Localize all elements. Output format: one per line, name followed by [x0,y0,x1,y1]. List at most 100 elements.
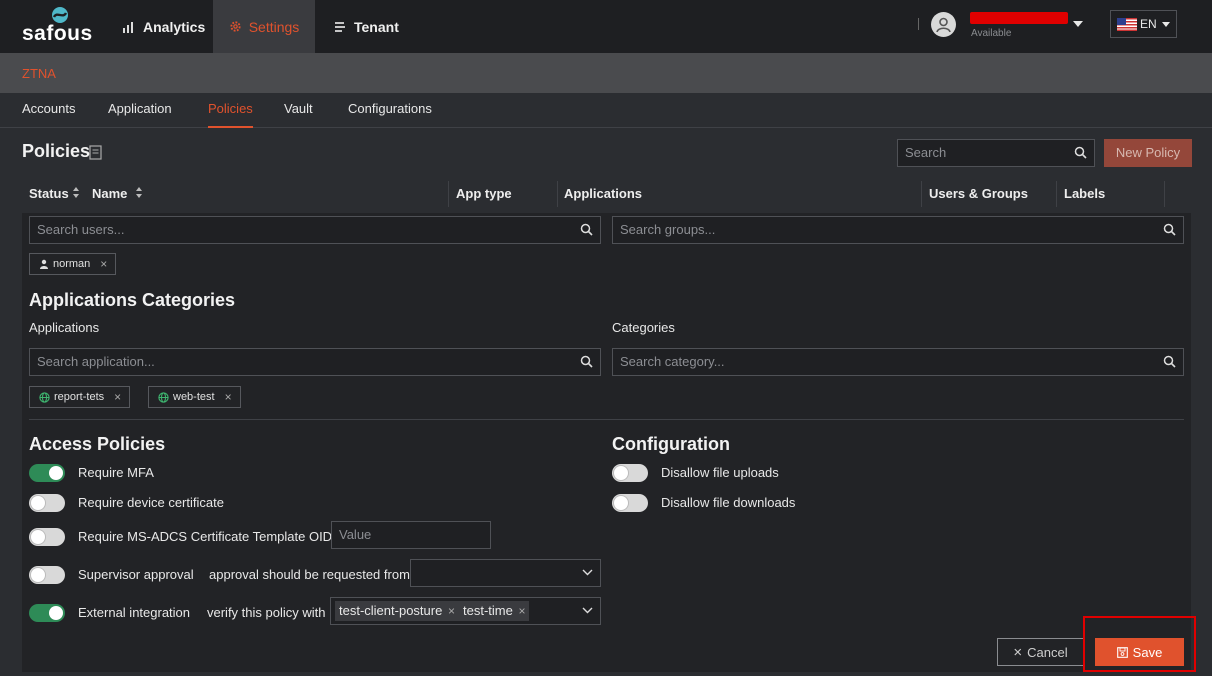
verify-policy-select[interactable]: test-client-posture × test-time × [330,597,601,625]
user-name-redacted[interactable] [970,12,1068,24]
approval-from-select[interactable] [410,559,601,587]
search-category-placeholder: Search category... [620,354,725,369]
language-selector[interactable]: EN [1110,10,1177,38]
user-chip-label: norman [53,258,91,270]
new-policy-button[interactable]: New Policy [1104,139,1192,167]
subtab-policies[interactable]: Policies [208,93,253,128]
subtab-vault[interactable]: Vault [284,93,313,128]
remove-chip-icon[interactable]: × [225,390,232,404]
column-name-label: Name [92,186,128,201]
sort-name-icon[interactable] [135,186,143,199]
verify-chip[interactable]: test-time × [459,601,530,621]
search-icon [1163,355,1176,368]
logo-text: safous [22,22,93,45]
external-integration-toggle[interactable] [29,604,65,622]
globe-icon [158,391,169,403]
applications-label: Applications [29,320,100,335]
subtab-application[interactable]: Application [108,93,172,128]
remove-chip-icon[interactable]: × [100,257,107,271]
column-separator [921,181,922,207]
require-device-certificate-label: Require device certificate [78,495,224,510]
search-icon [1074,146,1087,159]
require-device-certificate-toggle[interactable] [29,494,65,512]
us-flag-icon [1117,17,1137,31]
disallow-uploads-toggle[interactable] [612,464,648,482]
column-app-type[interactable]: App type [456,186,512,201]
tenant-icon [335,21,345,32]
save-button[interactable]: Save [1095,638,1184,666]
verify-chip-label: test-client-posture [339,603,443,618]
app-chip[interactable]: web-test × [148,386,241,408]
oid-value-input[interactable]: Value [331,521,491,549]
save-icon [1116,646,1128,658]
user-status: Available [971,28,1012,39]
document-icon[interactable] [89,145,102,160]
supervisor-approval-toggle[interactable] [29,566,65,584]
policy-search-placeholder: Search [905,145,947,160]
gear-icon [230,21,241,32]
column-applications[interactable]: Applications [564,186,642,201]
column-separator [1164,181,1165,207]
categories-label: Categories [612,320,675,335]
user-chip[interactable]: norman × [29,253,117,275]
search-groups-placeholder: Search groups... [620,222,716,237]
cancel-button[interactable]: × Cancel [997,638,1084,666]
access-policies-title: Access Policies [29,434,166,454]
disallow-downloads-toggle[interactable] [612,494,648,512]
disallow-uploads-label: Disallow file uploads [661,465,779,480]
language-label: EN [1140,17,1157,31]
user-menu-chevron-icon[interactable] [1073,21,1083,27]
require-mfa-label: Require MFA [78,465,154,480]
tab-analytics[interactable]: Analytics [122,0,205,53]
search-application-placeholder: Search application... [37,354,155,369]
subtab-accounts[interactable]: Accounts [22,93,75,128]
require-oid-label: Require MS-ADCS Certificate Template OID [78,529,333,544]
top-bar: safous Analytics Settings Tenant Availab… [0,0,1212,53]
section-title: ZTNA [22,66,56,81]
configuration-title: Configuration [612,434,730,454]
section-bar: ZTNA [0,53,1212,93]
search-groups-input[interactable]: Search groups... [612,216,1184,244]
verify-chip[interactable]: test-client-posture × [335,601,459,621]
search-application-input[interactable]: Search application... [29,348,601,376]
supervisor-approval-label: Supervisor approval [78,567,194,582]
globe-icon [39,391,50,403]
column-separator [557,181,558,207]
app-chip[interactable]: report-tets × [29,386,131,408]
app-chip-label: web-test [173,391,215,403]
search-users-input[interactable]: Search users... [29,216,601,244]
policy-editor-panel [22,213,1191,672]
policy-search-input[interactable]: Search [897,139,1095,167]
user-icon [936,17,951,33]
tab-tenant-label: Tenant [354,18,399,35]
avatar[interactable] [931,12,956,37]
column-status[interactable]: Status [29,186,69,201]
column-labels[interactable]: Labels [1064,186,1105,201]
subtab-configurations[interactable]: Configurations [348,93,432,128]
logo[interactable]: safous [22,6,98,46]
column-users-groups[interactable]: Users & Groups [929,186,1028,201]
verify-chip-label: test-time [463,603,513,618]
search-category-input[interactable]: Search category... [612,348,1184,376]
require-mfa-toggle[interactable] [29,464,65,482]
chevron-down-icon [582,607,593,614]
user-icon [40,259,48,269]
language-chevron-icon [1161,21,1170,27]
remove-chip-icon[interactable]: × [448,604,455,618]
external-integration-label: External integration [78,605,191,620]
search-icon [580,355,593,368]
remove-chip-icon[interactable]: × [518,604,525,618]
column-status-label: Status [29,186,69,201]
cancel-label: Cancel [1027,644,1068,660]
sort-status-icon[interactable] [72,186,80,199]
require-oid-toggle[interactable] [29,528,65,546]
tab-settings[interactable]: Settings [213,0,315,53]
oid-value-placeholder: Value [339,527,372,542]
approval-from-label: approval should be requested from [209,567,410,582]
column-separator [448,181,449,207]
remove-chip-icon[interactable]: × [114,390,121,404]
column-name[interactable]: Name [92,186,127,201]
tab-settings-label: Settings [248,18,300,35]
search-users-placeholder: Search users... [37,222,125,237]
tab-tenant[interactable]: Tenant [333,0,399,53]
